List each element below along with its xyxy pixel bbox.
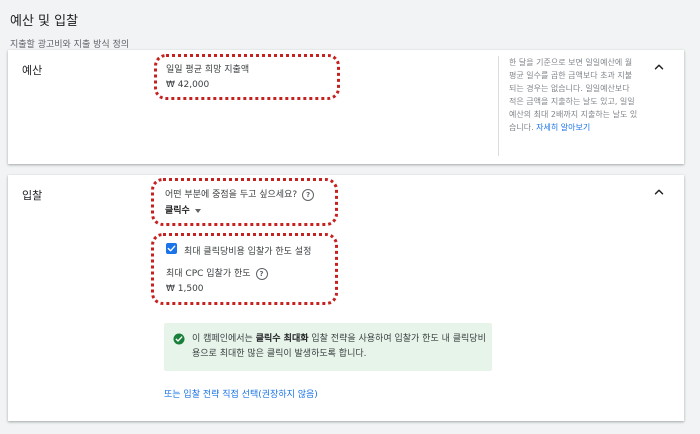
strategy-info-text: 이 캠페인에서는 클릭수 최대화 입찰 전략을 사용하여 입찰가 한도 내 클릭… <box>192 332 487 362</box>
daily-budget-input[interactable]: ₩ 42,000 <box>166 80 209 90</box>
strategy-info-box: 이 캠페인에서는 클릭수 최대화 입찰 전략을 사용하여 입찰가 한도 내 클릭… <box>164 323 492 371</box>
budget-collapse-chevron-icon[interactable] <box>652 60 666 74</box>
bidding-section-label: 입찰 <box>22 189 43 202</box>
check-circle-icon <box>173 333 185 345</box>
budget-section-label: 예산 <box>22 64 43 77</box>
bidding-focus-value: 클릭수 <box>165 206 190 216</box>
budget-annotation-box <box>154 54 340 100</box>
budget-card: 예산 일일 평균 희망 지출액 ₩ 42,000 한 달을 기준으로 보면 일일… <box>8 50 684 164</box>
bidding-focus-dropdown[interactable]: 클릭수 <box>165 203 201 216</box>
learn-more-link[interactable]: 자세히 알아보기 <box>536 123 590 132</box>
strategy-info-bold: 클릭수 최대화 <box>255 334 309 344</box>
page-subtitle: 지출할 광고비와 지출 방식 정의 <box>10 40 130 50</box>
page-title: 예산 및 입찰 <box>10 14 79 29</box>
strategy-info-pre: 이 캠페인에서는 <box>192 334 256 344</box>
max-cpc-checkbox[interactable] <box>166 243 177 254</box>
page-header: 예산 및 입찰 지출할 광고비와 지출 방식 정의 <box>10 10 129 50</box>
bidding-focus-annotation-box <box>151 178 338 226</box>
bidding-card: 입찰 어떤 부분에 중점을 두고 싶으세요?? 클릭수 최대 클릭당비용 입찰가… <box>8 175 684 421</box>
cpc-limit-label-text: 최대 CPC 입찰가 한도 <box>166 269 251 279</box>
help-icon[interactable]: ? <box>302 188 315 201</box>
bidding-focus-question-text: 어떤 부분에 중점을 두고 싶으세요? <box>165 190 298 200</box>
budget-help-note: 한 달을 기준으로 보면 일일예산에 월 평균 일수를 곱한 금액보다 초과 지… <box>498 56 639 156</box>
budget-help-text: 한 달을 기준으로 보면 일일예산에 월 평균 일수를 곱한 금액보다 초과 지… <box>509 58 638 132</box>
help-icon[interactable]: ? <box>255 267 268 280</box>
daily-budget-label: 일일 평균 희망 지출액 <box>166 65 250 75</box>
dropdown-caret-icon <box>194 208 201 213</box>
cpc-limit-input[interactable]: ₩ 1,500 <box>166 284 204 294</box>
bidding-focus-question: 어떤 부분에 중점을 두고 싶으세요?? <box>165 187 315 201</box>
choose-strategy-link[interactable]: 또는 입찰 전략 직접 선택(권장하지 않음) <box>164 387 318 400</box>
bidding-collapse-chevron-icon[interactable] <box>652 185 666 199</box>
max-cpc-checkbox-label: 최대 클릭당비용 입찰가 한도 설정 <box>184 247 312 257</box>
cpc-limit-label: 최대 CPC 입찰가 한도? <box>166 266 268 280</box>
